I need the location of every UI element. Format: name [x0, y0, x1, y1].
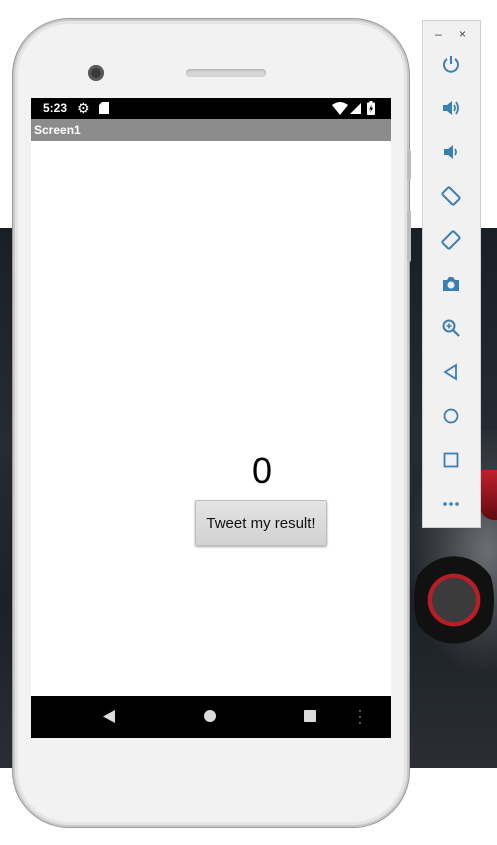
app-title: Screen1 — [34, 123, 81, 137]
navigation-bar: · · · — [31, 696, 391, 738]
speaker-grille — [186, 69, 266, 77]
wallpaper-car-wheel — [414, 540, 494, 660]
wifi-icon — [332, 102, 348, 115]
front-camera — [88, 65, 104, 81]
emulator-control-panel: – × — [422, 20, 481, 528]
power-icon[interactable] — [439, 52, 463, 76]
volume-up-icon[interactable] — [439, 96, 463, 120]
sd-card-icon — [99, 102, 109, 114]
rotate-right-icon[interactable] — [439, 228, 463, 252]
phone-screen: 5:23 ⚙ Screen1 0 Tweet my result! · · · — [31, 98, 391, 738]
battery-icon — [367, 101, 375, 115]
counter-label: 0 — [251, 450, 273, 491]
app-title-bar: Screen1 — [31, 119, 391, 141]
wallpaper-car-taillight — [480, 470, 497, 520]
more-icon[interactable] — [439, 492, 463, 516]
gear-icon: ⚙ — [77, 100, 90, 116]
recents-icon[interactable] — [304, 710, 316, 722]
more-icon[interactable]: · · · — [357, 704, 363, 728]
home-icon[interactable] — [439, 404, 463, 428]
status-bar: 5:23 ⚙ — [31, 98, 391, 119]
overview-icon[interactable] — [439, 448, 463, 472]
home-icon[interactable] — [204, 710, 216, 722]
minimize-button[interactable]: – — [435, 28, 442, 40]
zoom-icon[interactable] — [439, 316, 463, 340]
signal-icon — [350, 103, 361, 114]
phone-volume-button — [407, 210, 411, 262]
camera-icon[interactable] — [439, 272, 463, 296]
tweet-button[interactable]: Tweet my result! — [195, 500, 327, 546]
status-time: 5:23 — [43, 101, 68, 115]
close-button[interactable]: × — [459, 28, 466, 40]
phone-power-button — [407, 150, 411, 180]
back-icon[interactable] — [103, 710, 115, 723]
rotate-left-icon[interactable] — [439, 184, 463, 208]
volume-down-icon[interactable] — [439, 140, 463, 164]
back-icon[interactable] — [439, 360, 463, 384]
